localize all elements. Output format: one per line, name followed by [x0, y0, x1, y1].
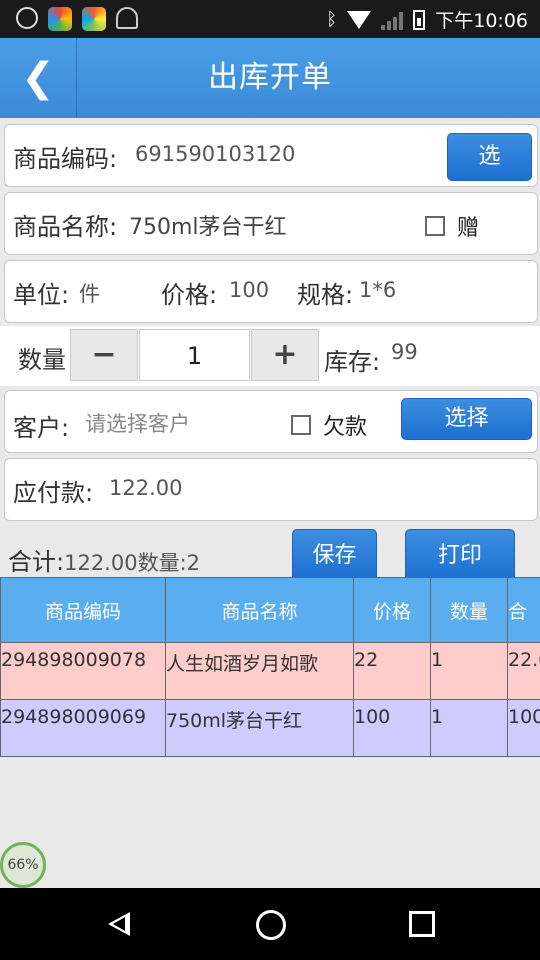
cell-price: 100 [353, 699, 431, 757]
unit-value: 件 [79, 282, 100, 306]
customer-label: 客户: [13, 414, 70, 442]
payable-value: 122.00 [109, 476, 183, 500]
spec-value: 1*6 [359, 278, 397, 302]
notification-icons [16, 7, 138, 31]
payable-row: 应付款: 122.00 [4, 458, 538, 521]
quantity-input[interactable]: 1 [139, 329, 250, 381]
stock-label: 库存: [324, 348, 381, 376]
cell-qty: 1 [430, 699, 508, 757]
gift-label: 赠 [457, 216, 480, 241]
decrement-button[interactable]: − [70, 329, 138, 381]
system-nav-bar [0, 888, 540, 960]
choose-customer-button[interactable]: 选择 [401, 398, 532, 440]
cell-code: 294898009078 [0, 642, 166, 700]
cell-total: 22.0 [507, 642, 540, 700]
quantity-row: 数量 − 1 + 库存: 99 [0, 326, 540, 386]
header-price: 价格 [353, 577, 431, 643]
debt-checkbox[interactable]: 欠款 [291, 409, 367, 441]
cell-qty: 1 [430, 642, 508, 700]
app-icon [82, 7, 106, 31]
stock-value: 99 [391, 340, 418, 364]
clock: 下午10:06 [435, 10, 528, 32]
quantity-label: 数量 [18, 346, 66, 374]
debt-label: 欠款 [323, 415, 368, 440]
chevron-left-icon: ❮ [21, 55, 55, 101]
face-icon [16, 7, 38, 29]
total-label: 合计: [8, 548, 65, 576]
summary-bar: 合计:122.00数量:2 保存 打印 [0, 528, 540, 581]
customer-input[interactable]: 请选择客户 [85, 408, 190, 438]
product-name-label: 商品名称: [13, 213, 118, 241]
header-qty: 数量 [430, 577, 508, 643]
checkbox-icon [291, 415, 311, 435]
app-bar: 出库开单 ❮ [0, 38, 540, 118]
table-header-row: 商品编码 商品名称 价格 数量 合 [0, 577, 540, 643]
page-title: 出库开单 [208, 60, 332, 95]
product-code-label: 商品编码: [13, 145, 118, 173]
gift-checkbox[interactable]: 赠 [425, 210, 479, 242]
product-code-value[interactable]: 691590103120 [135, 142, 295, 166]
cell-name: 人生如酒岁月如歌 [165, 642, 354, 700]
price-value: 100 [229, 278, 270, 302]
table-row[interactable]: 294898009069 750ml茅台干红 100 1 100 [0, 699, 540, 757]
items-table: 商品编码 商品名称 价格 数量 合 294898009078 人生如酒岁月如歌 … [0, 577, 540, 757]
home-circle-icon[interactable] [256, 910, 286, 940]
floating-percent-badge[interactable]: 66% [0, 842, 46, 888]
header-total: 合 [507, 577, 540, 643]
product-name-row: 商品名称: 750ml茅台干红 赠 [4, 192, 538, 255]
back-button[interactable]: ❮ [0, 38, 77, 118]
signal-icon [381, 10, 404, 30]
battery-icon [413, 9, 426, 30]
bluetooth-icon: ᛒ [326, 9, 338, 30]
cell-price: 22 [353, 642, 431, 700]
recents-square-icon[interactable] [409, 911, 435, 937]
summary-text: 合计:122.00数量:2 [8, 542, 200, 577]
select-product-button[interactable]: 选 [447, 133, 532, 181]
android-icon [116, 7, 138, 29]
count-value: 2 [186, 551, 201, 575]
unit-price-spec-row: 单位: 件 价格: 100 规格: 1*6 [4, 260, 538, 323]
unit-label: 单位: [13, 281, 70, 309]
cell-name: 750ml茅台干红 [165, 699, 354, 757]
increment-button[interactable]: + [251, 329, 319, 381]
price-label: 价格: [161, 281, 218, 309]
product-name-value: 750ml茅台干红 [129, 215, 287, 240]
header-code: 商品编码 [0, 577, 166, 643]
spec-label: 规格: [297, 281, 354, 309]
header-name: 商品名称 [165, 577, 354, 643]
save-button[interactable]: 保存 [292, 529, 377, 581]
table-row[interactable]: 294898009078 人生如酒岁月如歌 22 1 22.0 [0, 642, 540, 700]
wifi-icon [347, 10, 372, 29]
cell-code: 294898009069 [0, 699, 166, 757]
customer-row: 客户: 请选择客户 欠款 选择 [4, 390, 538, 453]
app-icon [48, 7, 72, 31]
triangle-back-icon-inner [113, 917, 125, 931]
print-button[interactable]: 打印 [405, 529, 515, 581]
status-bar: ᛒ 下午10:06 [0, 0, 540, 38]
product-code-row: 商品编码: 691590103120 选 [4, 124, 538, 187]
checkbox-icon [425, 216, 445, 236]
total-value: 122.00 [64, 551, 138, 575]
count-label: 数量: [137, 551, 187, 575]
cell-total: 100 [507, 699, 540, 757]
payable-label: 应付款: [13, 479, 94, 507]
